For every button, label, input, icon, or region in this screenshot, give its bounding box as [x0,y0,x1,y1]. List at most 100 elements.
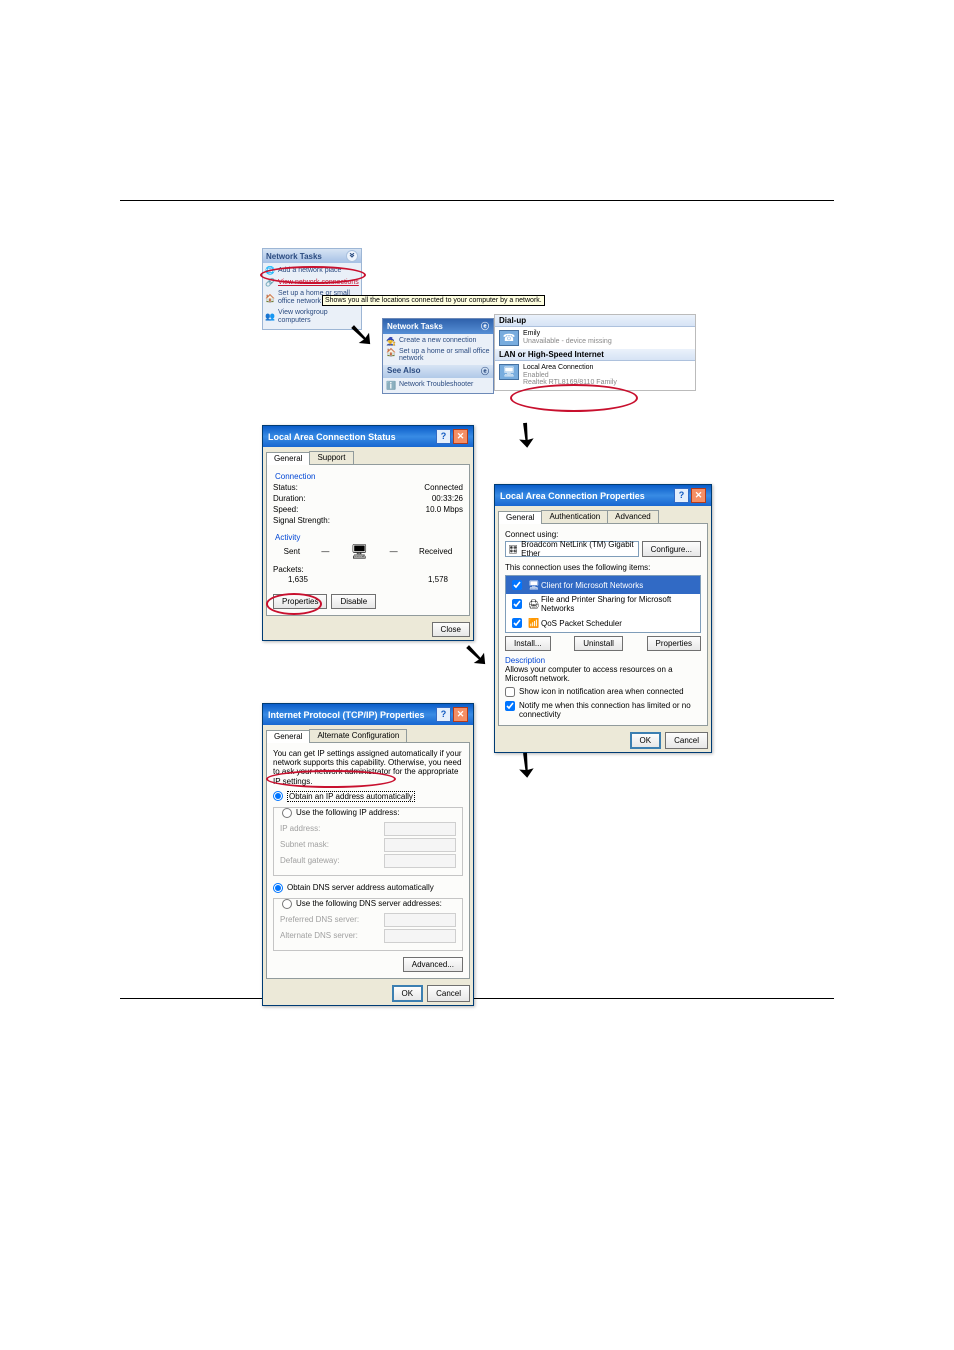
configure-button[interactable]: Configure... [642,541,701,557]
tab-advanced[interactable]: Advanced [607,510,659,523]
dns1-input[interactable] [384,913,456,927]
connection-name: Emily [523,330,612,338]
packets-label: Packets: [273,565,304,574]
manual-dns-radio[interactable] [282,899,292,909]
tab-support[interactable]: Support [309,451,353,464]
close-icon[interactable]: ✕ [453,707,468,722]
field-label: Default gateway: [280,856,340,865]
item-checkbox[interactable] [512,599,522,609]
advanced-button[interactable]: Advanced... [403,957,463,972]
manual-ip-radio-row[interactable]: Use the following IP address: [280,808,401,818]
status-value: Connected [424,483,463,492]
sidebar-setup-home-network[interactable]: 🏠 Set up a home or small office network [386,347,490,363]
collapse-icon[interactable]: ⓔ [481,366,489,377]
ok-button[interactable]: OK [630,732,662,749]
tooltip-text: Shows you all the locations connected to… [325,297,542,304]
sidebar-item-label: Network Troubleshooter [399,381,473,388]
close-button[interactable]: Close [432,622,470,637]
show-icon-checkbox-label[interactable]: Show icon in notification area when conn… [505,687,701,697]
help-icon[interactable]: ? [436,707,451,722]
show-icon-checkbox[interactable] [505,687,515,697]
manual-dns-radio-row[interactable]: Use the following DNS server addresses: [280,899,444,909]
tab-general[interactable]: General [266,730,310,743]
ip-address-input[interactable] [384,822,456,836]
task-add-network-place[interactable]: 🌐 Add a network place [265,265,359,277]
tab-general[interactable]: General [266,452,310,465]
task-view-workgroup-computers[interactable]: 👥 View workgroup computers [265,308,359,327]
network-tasks-header[interactable]: Network Tasks [263,249,361,263]
sidebar-troubleshooter[interactable]: ℹ️ Network Troubleshooter [386,380,490,391]
item-checkbox[interactable] [512,580,522,590]
speed-label: Speed: [273,505,298,514]
dialup-icon: ☎ [499,330,519,346]
auto-ip-radio-row[interactable]: Obtain an IP address automatically [273,790,463,803]
collapse-icon[interactable]: ⓔ [481,321,489,332]
install-button[interactable]: Install... [505,636,551,651]
close-icon[interactable]: ✕ [453,429,468,444]
radio-label: Obtain DNS server address automatically [287,883,434,892]
auto-dns-radio-row[interactable]: Obtain DNS server address automatically [273,882,463,894]
tab-authentication[interactable]: Authentication [541,510,608,523]
globe-icon: 🌐 [265,266,275,276]
list-item[interactable]: 📶 QoS Packet Scheduler [506,614,700,632]
dialog-titlebar[interactable]: Local Area Connection Properties ? ✕ [495,485,711,506]
printer-icon: 🖨 [528,599,538,609]
dialog-titlebar[interactable]: Internet Protocol (TCP/IP) Properties ? … [263,704,473,725]
swoosh-arrow-icon: ➘ [504,413,548,457]
description-legend: Description [505,656,701,665]
nic-icon: 🎛 [508,545,518,554]
connections-icon: 🔗 [265,278,275,288]
dns2-input[interactable] [384,929,456,943]
gateway-input[interactable] [384,854,456,868]
status-label: Status: [273,483,298,492]
manual-dns-group: Use the following DNS server addresses: … [273,898,463,951]
connection-sub: Unavailable - device missing [523,338,612,346]
disable-button[interactable]: Disable [331,594,376,609]
checkbox-label: Show icon in notification area when conn… [519,687,684,696]
cancel-button[interactable]: Cancel [427,985,470,1002]
workgroup-icon: 👥 [265,312,275,322]
ip-address-row: IP address: [280,821,456,837]
item-properties-button[interactable]: Properties [647,636,701,651]
sidebar-create-connection[interactable]: 🧙 Create a new connection [386,336,490,347]
task-view-network-connections[interactable]: 🔗 View network connections [265,277,359,289]
list-item[interactable]: 🖥 Client for Microsoft Networks [506,576,700,594]
help-icon[interactable]: ? [436,429,451,444]
notify-limited-checkbox[interactable] [505,701,515,711]
list-item[interactable]: 🖨 File and Printer Sharing for Microsoft… [506,594,700,614]
adapter-name: Broadcom NetLink (TM) Gigabit Ether [521,540,635,558]
received-label: Received [419,547,452,556]
help-icon[interactable]: ? [674,488,689,503]
speed-value: 10.0 Mbps [426,505,463,514]
dns2-row: Alternate DNS server: [280,928,456,944]
close-icon[interactable]: ✕ [691,488,706,503]
swoosh-arrow-icon: ➘ [347,318,376,352]
notify-limited-checkbox-label[interactable]: Notify me when this connection has limit… [505,701,701,719]
auto-ip-radio[interactable] [273,791,283,801]
tab-alternate-config[interactable]: Alternate Configuration [309,729,407,742]
manual-ip-group: Use the following IP address: IP address… [273,807,463,876]
network-tasks-title: Network Tasks [266,252,322,261]
connection-lan[interactable]: 🖥 Local Area Connection Enabled Realtek … [495,361,695,390]
uninstall-button[interactable]: Uninstall [574,636,623,651]
dialup-header: Dial-up [495,315,695,327]
connection-items-list[interactable]: 🖥 Client for Microsoft Networks 🖨 File a… [505,575,701,633]
info-icon: ℹ️ [386,381,396,390]
network-icon: 🏠 [265,293,275,303]
monitor-icon: 🖥 [351,543,369,560]
properties-button[interactable]: Properties [273,594,327,609]
connection-dialup[interactable]: ☎ Emily Unavailable - device missing [495,327,695,349]
subnet-mask-input[interactable] [384,838,456,852]
dialog-title: Internet Protocol (TCP/IP) Properties [268,710,425,720]
dialog-titlebar[interactable]: Local Area Connection Status ? ✕ [263,426,473,447]
ok-button[interactable]: OK [392,985,424,1002]
see-also-title: See Also [387,366,421,377]
auto-dns-radio[interactable] [273,883,283,893]
manual-ip-radio[interactable] [282,808,292,818]
list-item-label: Client for Microsoft Networks [541,581,643,590]
collapse-icon[interactable] [346,250,358,262]
list-item[interactable]: 🌐 Internet Protocol (TCP/IP) [506,632,700,633]
tab-general[interactable]: General [498,511,542,524]
cancel-button[interactable]: Cancel [665,732,708,749]
item-checkbox[interactable] [512,618,522,628]
